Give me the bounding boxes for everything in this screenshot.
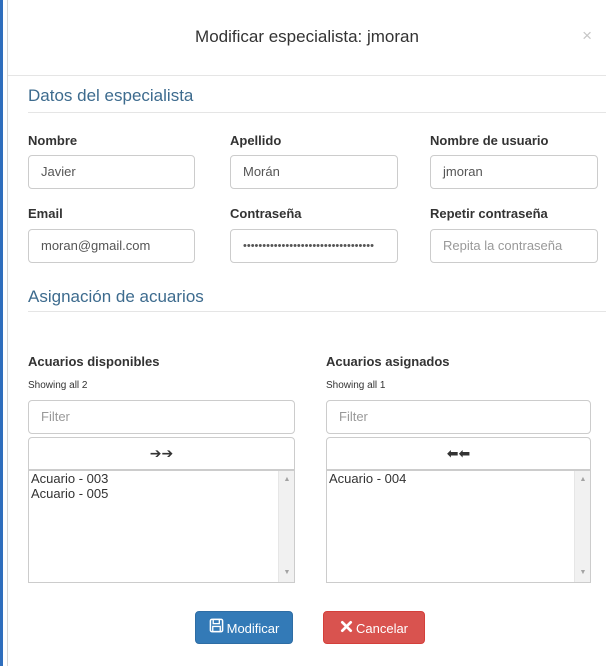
section-title-assignment: Asignación de acuarios	[28, 287, 204, 306]
close-icon	[340, 613, 353, 644]
apellido-input[interactable]: Morán	[230, 155, 398, 189]
nombre-label: Nombre	[28, 133, 78, 148]
scroll-up-icon[interactable]: ▲	[575, 473, 590, 487]
section-divider	[28, 112, 606, 113]
password-input[interactable]: ••••••••••••••••••••••••••••••••••	[230, 229, 398, 263]
available-count-label: Showing all 2	[28, 380, 88, 391]
modal-title: Modificar especialista: jmoran	[195, 27, 419, 46]
available-listbox[interactable]: Acuario - 003 Acuario - 005 ▲ ▼	[28, 470, 295, 583]
usuario-label: Nombre de usuario	[430, 133, 549, 148]
available-filter-input[interactable]: Filter	[28, 400, 295, 434]
password-label: Contraseña	[230, 206, 302, 221]
move-all-right-button[interactable]: ➔➔	[28, 437, 295, 470]
usuario-input[interactable]: jmoran	[430, 155, 598, 189]
scrollbar[interactable]: ▲ ▼	[574, 471, 590, 582]
page-edge	[0, 0, 3, 666]
email-input[interactable]: moran@gmail.com	[28, 229, 195, 263]
cancel-button-label: Cancelar	[355, 621, 409, 637]
repeat-password-input[interactable]: Repita la contraseña	[430, 229, 598, 263]
modify-button[interactable]: Modificar	[195, 611, 293, 644]
nombre-input[interactable]: Javier	[28, 155, 195, 189]
modify-button-label: Modificar	[226, 621, 280, 637]
scroll-up-icon[interactable]: ▲	[279, 473, 294, 487]
close-icon[interactable]: ×	[582, 26, 592, 46]
repeat-password-label: Repetir contraseña	[430, 206, 548, 221]
assigned-list-title: Acuarios asignados	[326, 354, 450, 369]
assigned-listbox[interactable]: Acuario - 004 ▲ ▼	[326, 470, 591, 583]
scroll-down-icon[interactable]: ▼	[279, 566, 294, 580]
section-title-specialist: Datos del especialista	[28, 86, 194, 105]
scroll-down-icon[interactable]: ▼	[575, 566, 590, 580]
save-icon	[209, 613, 224, 644]
assigned-count-label: Showing all 1	[326, 380, 386, 391]
cancel-button[interactable]: Cancelar	[323, 611, 425, 644]
apellido-label: Apellido	[230, 133, 282, 148]
list-item[interactable]: Acuario - 005	[29, 486, 294, 501]
list-item[interactable]: Acuario - 004	[327, 471, 590, 486]
scrollbar[interactable]: ▲ ▼	[278, 471, 294, 582]
section-divider	[28, 311, 606, 312]
email-label: Email	[28, 206, 63, 221]
move-all-left-button[interactable]: ⬅⬅	[326, 437, 591, 470]
assigned-filter-input[interactable]: Filter	[326, 400, 591, 434]
modal-header: Modificar especialista: jmoran ×	[8, 0, 606, 76]
available-list-title: Acuarios disponibles	[28, 354, 160, 369]
modal-dialog: Modificar especialista: jmoran × Datos d…	[7, 0, 606, 666]
list-item[interactable]: Acuario - 003	[29, 471, 294, 486]
